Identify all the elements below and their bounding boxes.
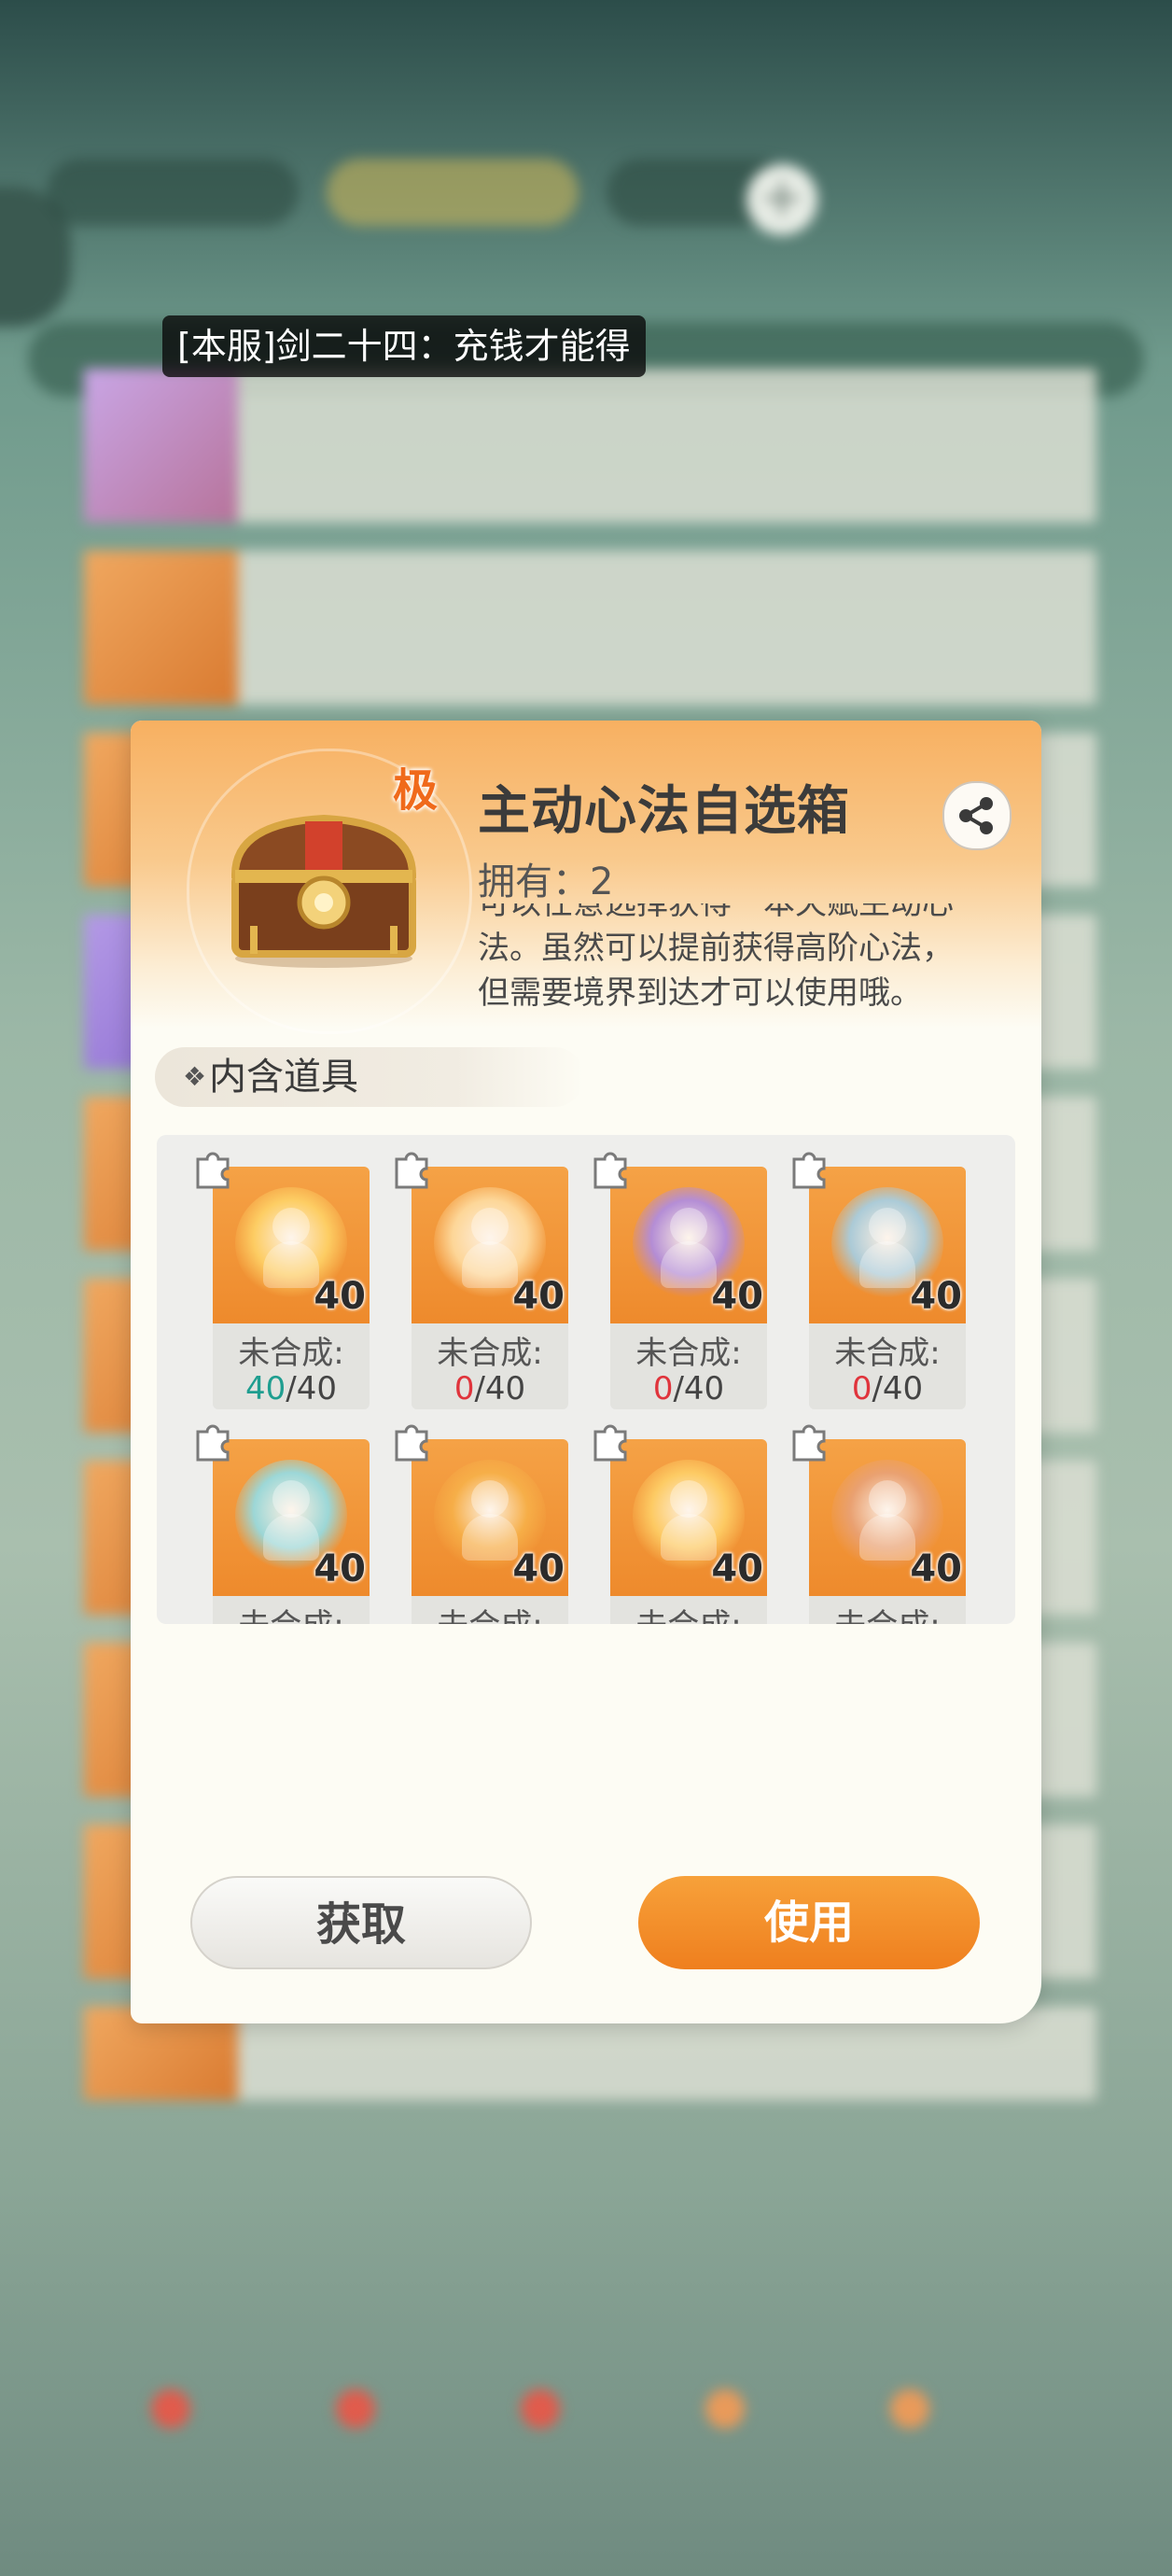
item-progress: 40/40	[213, 1370, 370, 1407]
item-progress: 0/40	[809, 1370, 966, 1407]
item-status: 未合成:	[437, 1335, 543, 1372]
skill-figure-head	[272, 1480, 310, 1518]
item-status: 未合成:	[809, 1600, 966, 1624]
description-line: 可以任意选择获得一本天赋主动心	[478, 903, 954, 922]
item-progress: 0/40	[610, 1370, 767, 1407]
share-button[interactable]	[942, 781, 1012, 850]
skill-art: 40	[213, 1167, 370, 1323]
skill-item[interactable]: 40未合成:0/40	[593, 1424, 767, 1624]
item-status: 未合成:	[412, 1600, 568, 1624]
item-count: 40	[512, 1547, 565, 1590]
skill-figure-head	[471, 1480, 509, 1518]
progress-current: 0	[851, 1370, 872, 1407]
puzzle-piece-icon	[395, 1152, 428, 1189]
item-status: 未合成:	[238, 1335, 344, 1372]
skill-figure-head	[471, 1208, 509, 1245]
contained-items-grid[interactable]: 40 未合成: 40/40 40 未合成: 0/40 40 未合成: 0/40 40 未合成: 0/4…	[157, 1135, 1015, 1624]
item-title: 主动心法自选箱	[478, 781, 850, 842]
item-detail-dialog: 极 主动心法自选箱 拥有：2 可以任意选择获得一本天赋主动心 法。虽然可以提前获…	[131, 721, 1041, 2023]
skill-art: 40	[412, 1167, 568, 1323]
item-status: 未合成:	[834, 1335, 941, 1372]
item-description[interactable]: 可以任意选择获得一本天赋主动心 法。虽然可以提前获得高阶心法， 但需要境界到达才…	[478, 903, 1000, 1025]
notification-dot	[521, 2389, 560, 2429]
description-line: 法。虽然可以提前获得高阶心法，	[478, 930, 954, 967]
item-status: 未合成:	[610, 1600, 767, 1624]
item-count: 40	[512, 1275, 565, 1318]
skill-item[interactable]: 40 未合成:0/40	[395, 1152, 568, 1409]
skill-figure-head	[670, 1208, 707, 1245]
owned-count: 拥有：2	[478, 851, 613, 905]
item-count: 40	[314, 1547, 366, 1590]
resource-pill	[327, 159, 579, 226]
section-title: ❖ 内含道具	[155, 1047, 584, 1107]
get-button[interactable]: 获取	[190, 1876, 532, 1969]
progress-total: /40	[286, 1370, 337, 1407]
puzzle-piece-icon	[593, 1424, 627, 1462]
skill-item[interactable]: 40 未合成: 40/40	[196, 1152, 370, 1409]
skill-art: 40	[809, 1167, 966, 1323]
puzzle-piece-icon	[196, 1152, 230, 1189]
puzzle-piece-icon	[196, 1424, 230, 1462]
grade-badge: 极	[392, 764, 438, 817]
item-status: 未合成:	[635, 1335, 742, 1372]
progress-current: 0	[453, 1370, 475, 1407]
item-count: 40	[314, 1275, 366, 1318]
skill-art: 40	[809, 1439, 966, 1596]
skill-item[interactable]: 40 未合成:0/40	[593, 1152, 767, 1409]
chat-caption: [本服]剑二十四：充钱才能得	[162, 315, 646, 377]
skill-art: 40	[213, 1439, 370, 1596]
skill-figure-head	[869, 1480, 906, 1518]
owned-label: 拥有：	[478, 861, 590, 903]
skill-figure-head	[869, 1208, 906, 1245]
skill-art: 40	[412, 1439, 568, 1596]
progress-current: 40	[245, 1370, 286, 1407]
list-item	[84, 551, 1096, 705]
resource-bar	[47, 159, 821, 233]
section-title-label: 内含道具	[209, 1056, 358, 1099]
skill-figure-head	[670, 1480, 707, 1518]
progress-total: /40	[474, 1370, 526, 1407]
notification-dot	[336, 2389, 375, 2429]
skill-art: 40	[610, 1167, 767, 1323]
skill-item[interactable]: 40 未合成:0/40	[792, 1152, 966, 1409]
item-count: 40	[910, 1275, 962, 1318]
puzzle-piece-icon	[792, 1152, 826, 1189]
diamond-icon: ❖	[183, 1061, 207, 1092]
skill-art: 40	[610, 1439, 767, 1596]
skill-figure-head	[272, 1208, 310, 1245]
puzzle-piece-icon	[792, 1424, 826, 1462]
skill-item[interactable]: 40未合成:0/40	[395, 1424, 568, 1624]
list-item	[84, 369, 1096, 523]
item-count: 40	[910, 1547, 962, 1590]
item-progress: 0/40	[412, 1370, 568, 1407]
skill-item[interactable]: 40未合成:0/40	[196, 1424, 370, 1624]
skill-item[interactable]: 40未合成:0/40	[792, 1424, 966, 1624]
item-count: 40	[711, 1275, 763, 1318]
progress-current: 0	[652, 1370, 674, 1407]
progress-total: /40	[673, 1370, 725, 1407]
item-status: 未合成:	[213, 1600, 370, 1624]
description-line: 但需要境界到达才可以使用哦。	[478, 974, 922, 1012]
share-icon	[959, 797, 993, 834]
notification-dot	[705, 2389, 745, 2429]
item-count: 40	[711, 1547, 763, 1590]
progress-total: /40	[872, 1370, 924, 1407]
resource-pill	[47, 159, 299, 226]
use-button[interactable]: 使用	[638, 1876, 980, 1969]
notification-dot	[151, 2389, 190, 2429]
owned-value: 2	[590, 861, 614, 903]
puzzle-piece-icon	[395, 1424, 428, 1462]
add-resource-button: +	[746, 164, 817, 235]
notification-dot	[890, 2389, 929, 2429]
puzzle-piece-icon	[593, 1152, 627, 1189]
